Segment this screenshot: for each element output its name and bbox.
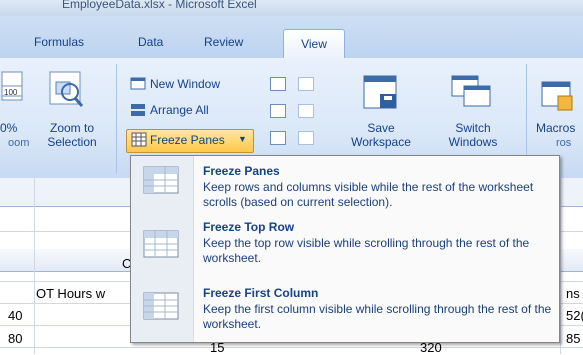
freeze-panes-icon (143, 166, 179, 194)
title-bar: EmployeeData.xlsx - Microsoft Excel (0, 0, 583, 16)
ribbon-tabs: Formulas Data Review View (0, 16, 583, 60)
macros-group-label: ros (556, 137, 572, 149)
new-window-icon (130, 77, 146, 90)
freeze-panes-label: Freeze Panes (150, 133, 225, 147)
freeze-panes-menu: Freeze Panes Keep rows and columns visib… (130, 155, 560, 343)
zoom-to-selection-icon[interactable] (46, 70, 90, 110)
cell-a1[interactable]: 40 (8, 308, 22, 323)
view-side-by-side-icon[interactable] (298, 77, 314, 91)
cell-right-2[interactable]: 85 (566, 331, 580, 346)
tab-review[interactable]: Review (204, 35, 243, 49)
zoom-100-icon[interactable]: 100 (0, 68, 34, 112)
cell-a2[interactable]: 80 (8, 331, 22, 346)
macros-icon[interactable] (540, 80, 576, 116)
menu-item-title: Freeze First Column (203, 286, 319, 300)
hide-icon[interactable] (270, 104, 286, 118)
split-icon[interactable] (270, 77, 286, 91)
menu-item-title: Freeze Top Row (203, 220, 295, 234)
tab-formulas[interactable]: Formulas (34, 35, 84, 49)
new-window-button[interactable]: New Window (150, 77, 220, 91)
cell-right-1[interactable]: 52( (566, 308, 583, 323)
menu-item-freeze-first-column[interactable]: Freeze First Column Keep the first colum… (131, 280, 559, 340)
save-workspace-icon[interactable] (360, 72, 404, 116)
menu-item-desc: Keep rows and columns visible while the … (203, 180, 534, 209)
ot-hours-header[interactable]: OT Hours w (36, 286, 105, 301)
arrange-all-icon (131, 104, 145, 116)
menu-item-title: Freeze Panes (203, 164, 280, 178)
zoom-percent-label: 0% (0, 121, 18, 135)
reset-position-icon[interactable] (298, 131, 314, 145)
arrange-all-button[interactable]: Arrange All (150, 103, 209, 117)
tab-view[interactable]: View (283, 29, 345, 60)
tab-data[interactable]: Data (138, 35, 163, 49)
freeze-first-column-icon (143, 292, 179, 320)
menu-item-desc: Keep the top row visible while scrolling… (203, 236, 530, 265)
freeze-panes-icon (131, 132, 147, 147)
menu-item-desc: Keep the first column visible while scro… (203, 302, 552, 331)
svg-text:100: 100 (4, 88, 18, 97)
switch-windows-icon[interactable] (450, 72, 494, 116)
freeze-top-row-icon (143, 230, 179, 258)
zoom-to-selection-button[interactable]: Zoom to Selection (38, 121, 106, 149)
header-cell-right[interactable]: ns (566, 286, 580, 301)
unhide-icon[interactable] (270, 131, 286, 145)
menu-item-freeze-panes[interactable]: Freeze Panes Keep rows and columns visib… (131, 156, 559, 216)
zoom-group-label: oom (8, 137, 30, 149)
menu-item-freeze-top-row[interactable]: Freeze Top Row Keep the top row visible … (131, 218, 559, 278)
macros-button[interactable]: Macros (536, 121, 575, 135)
window-title: EmployeeData.xlsx - Microsoft Excel (62, 0, 257, 11)
chevron-down-icon: ▼ (238, 134, 247, 144)
switch-windows-button[interactable]: Switch Windows (434, 121, 512, 149)
sync-scroll-icon[interactable] (298, 104, 314, 118)
group-separator (116, 64, 117, 174)
save-workspace-button[interactable]: Save Workspace (344, 121, 418, 149)
